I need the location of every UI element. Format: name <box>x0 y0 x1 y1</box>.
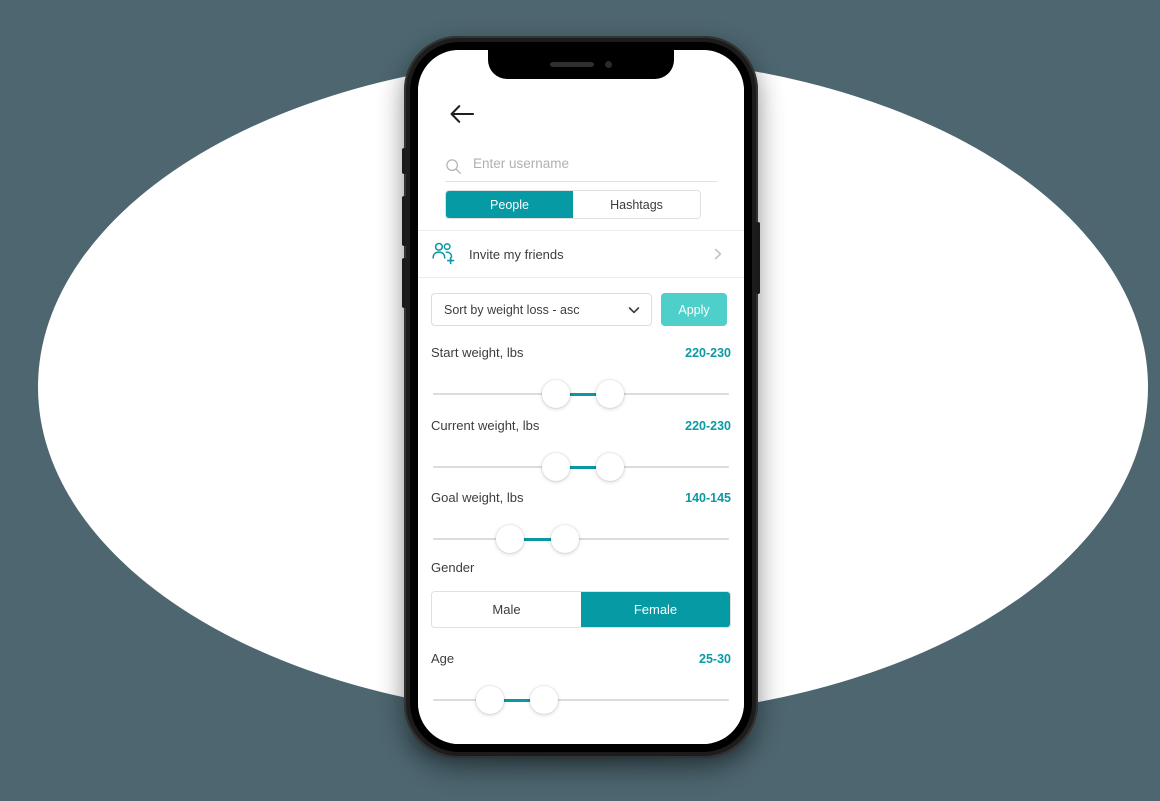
tab-people-label: People <box>490 197 529 212</box>
slider-range <box>567 466 599 469</box>
gender-option-female-label: Female <box>633 602 678 617</box>
search-input[interactable] <box>473 156 717 176</box>
filter-current-weight: Current weight, lbs 220-230 <box>418 418 744 484</box>
mute-switch-button[interactable] <box>402 148 406 174</box>
apply-button[interactable]: Apply <box>661 293 727 326</box>
sort-select[interactable]: Sort by weight loss - asc <box>431 293 652 326</box>
filter-gender-label: Gender <box>431 560 475 575</box>
filter-gender-head: Gender <box>431 560 731 578</box>
filter-start-weight-value: 220-230 <box>685 346 731 360</box>
filter-age-label: Age <box>431 651 455 666</box>
filter-age-head: Age 25-30 <box>431 651 731 669</box>
chevron-down-icon <box>628 306 640 313</box>
slider-track <box>433 538 729 540</box>
phone-notch <box>488 50 674 79</box>
phone-device: People Hashtags Invite my friends <box>402 36 760 758</box>
goal-weight-slider[interactable] <box>431 522 731 556</box>
search-scope-tabs: People Hashtags <box>445 190 701 219</box>
app-screen: People Hashtags Invite my friends <box>418 50 744 744</box>
tab-hashtags-label: Hashtags <box>610 197 663 212</box>
filter-current-weight-value: 220-230 <box>685 419 731 433</box>
slider-range <box>501 699 533 702</box>
chevron-right-icon <box>714 248 722 260</box>
slider-thumb-low[interactable] <box>541 380 570 408</box>
slider-thumb-low[interactable] <box>475 686 504 714</box>
filter-gender: Gender Male Female <box>418 560 744 628</box>
speaker-grille-icon <box>550 62 594 67</box>
gender-option-female[interactable]: Female <box>581 592 730 627</box>
filter-current-weight-head: Current weight, lbs 220-230 <box>431 418 731 436</box>
current-weight-slider[interactable] <box>431 450 731 484</box>
phone-screen: People Hashtags Invite my friends <box>418 50 744 744</box>
slider-thumb-high[interactable] <box>530 686 559 714</box>
people-add-icon <box>432 242 455 265</box>
age-slider[interactable] <box>431 683 731 717</box>
sort-select-label: Sort by weight loss - asc <box>444 302 580 317</box>
volume-up-button[interactable] <box>402 196 406 246</box>
tab-hashtags[interactable]: Hashtags <box>573 191 700 218</box>
filter-age: Age 25-30 <box>418 651 744 717</box>
invite-friends-row[interactable]: Invite my friends <box>418 230 744 278</box>
slider-range <box>522 538 553 541</box>
filter-goal-weight-label: Goal weight, lbs <box>431 490 524 505</box>
filter-goal-weight-head: Goal weight, lbs 140-145 <box>431 490 731 508</box>
volume-down-button[interactable] <box>402 258 406 308</box>
filter-start-weight-head: Start weight, lbs 220-230 <box>431 345 731 363</box>
header-bar <box>418 97 744 137</box>
back-arrow-icon <box>450 105 474 123</box>
filter-goal-weight: Goal weight, lbs 140-145 <box>418 490 744 556</box>
gender-option-male[interactable]: Male <box>432 592 581 627</box>
power-button[interactable] <box>756 222 760 294</box>
back-button[interactable] <box>445 97 479 131</box>
slider-thumb-high[interactable] <box>596 380 625 408</box>
search-icon <box>446 158 461 174</box>
invite-friends-label: Invite my friends <box>469 246 564 262</box>
filter-goal-weight-value: 140-145 <box>685 491 731 505</box>
filter-start-weight: Start weight, lbs 220-230 <box>418 345 744 411</box>
slider-thumb-high[interactable] <box>550 525 579 553</box>
front-camera-icon <box>605 61 612 68</box>
start-weight-slider[interactable] <box>431 377 731 411</box>
sort-and-apply-row: Sort by weight loss - asc Apply <box>418 293 744 326</box>
filter-age-value: 25-30 <box>699 652 731 666</box>
filter-current-weight-label: Current weight, lbs <box>431 418 540 433</box>
tab-people[interactable]: People <box>446 191 573 218</box>
gender-toggle: Male Female <box>431 591 731 628</box>
slider-thumb-low[interactable] <box>496 525 525 553</box>
slider-range <box>567 393 599 396</box>
gender-option-male-label: Male <box>492 602 521 617</box>
search-bar[interactable] <box>445 151 717 182</box>
slider-thumb-low[interactable] <box>541 453 570 481</box>
filter-start-weight-label: Start weight, lbs <box>431 345 524 360</box>
slider-thumb-high[interactable] <box>596 453 625 481</box>
